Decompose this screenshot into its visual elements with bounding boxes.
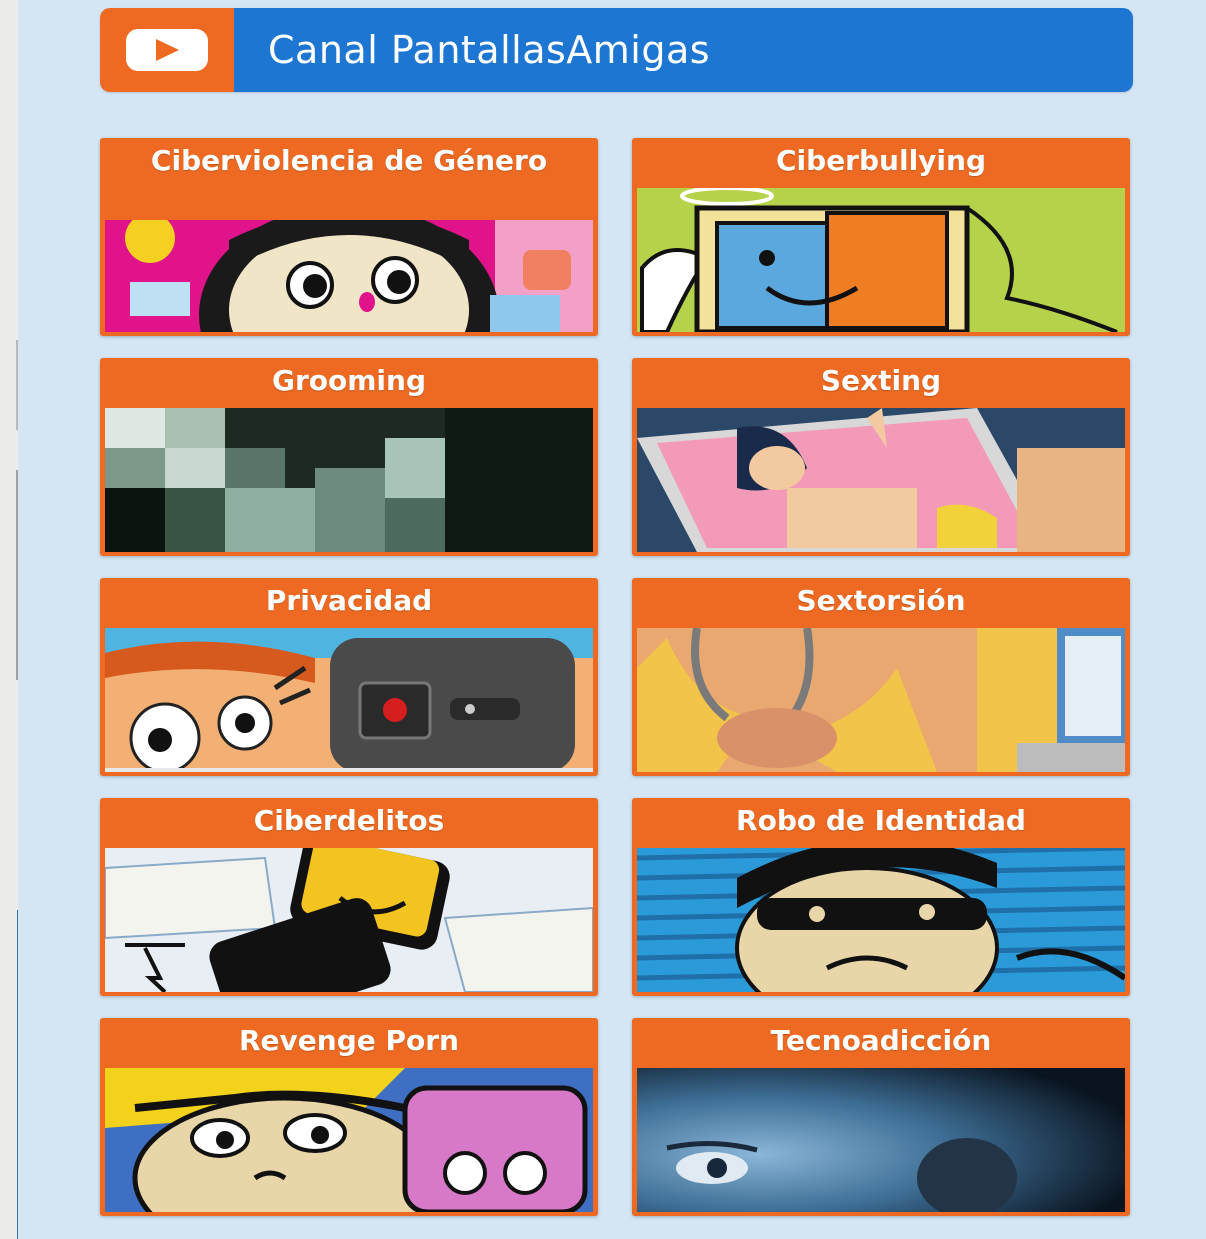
video-card-ciberdelitos[interactable]: Ciberdelitos xyxy=(100,798,598,996)
card-title[interactable]: Grooming xyxy=(100,358,598,397)
card-thumbnail-sextorsion[interactable] xyxy=(637,628,1125,772)
channel-link-banner[interactable]: Canal PantallasAmigas xyxy=(100,8,1133,92)
card-title[interactable]: Revenge Porn xyxy=(100,1018,598,1057)
left-window-edge xyxy=(0,0,19,1239)
card-title[interactable]: Sexting xyxy=(632,358,1130,397)
video-card-ciberbullying[interactable]: Ciberbullying xyxy=(632,138,1130,336)
card-thumbnail-tecnoadiccion[interactable] xyxy=(637,1068,1125,1212)
channel-title[interactable]: Canal PantallasAmigas xyxy=(268,28,710,72)
card-thumbnail-robo-identidad[interactable] xyxy=(637,848,1125,992)
video-card-revenge-porn[interactable]: Revenge Porn xyxy=(100,1018,598,1216)
card-title[interactable]: Sextorsión xyxy=(632,578,1130,617)
card-thumbnail-sexting[interactable] xyxy=(637,408,1125,552)
card-title[interactable]: Robo de Identidad xyxy=(632,798,1130,837)
card-thumbnail-ciberdelitos[interactable] xyxy=(105,848,593,992)
card-thumbnail-ciberbullying[interactable] xyxy=(637,188,1125,332)
video-card-privacidad[interactable]: Privacidad xyxy=(100,578,598,776)
card-title[interactable]: Ciberdelitos xyxy=(100,798,598,837)
video-card-ciberviolencia[interactable]: Ciberviolencia de Género xyxy=(100,138,598,336)
video-card-sexting[interactable]: Sexting xyxy=(632,358,1130,556)
card-title[interactable]: Ciberbullying xyxy=(632,138,1130,177)
card-title[interactable]: Tecnoadicción xyxy=(632,1018,1130,1057)
video-card-sextorsion[interactable]: Sextorsión xyxy=(632,578,1130,776)
card-thumbnail-revenge-porn[interactable] xyxy=(105,1068,593,1212)
card-thumbnail-grooming[interactable] xyxy=(105,408,593,552)
card-title[interactable]: Privacidad xyxy=(100,578,598,617)
card-thumbnail-ciberviolencia[interactable] xyxy=(105,220,593,332)
video-card-grooming[interactable]: Grooming xyxy=(100,358,598,556)
channel-title-box: Canal PantallasAmigas xyxy=(234,8,1133,92)
youtube-play-icon xyxy=(126,29,208,71)
card-thumbnail-privacidad[interactable] xyxy=(105,628,593,772)
card-title[interactable]: Ciberviolencia de Género xyxy=(100,138,598,177)
video-card-robo-identidad[interactable]: Robo de Identidad xyxy=(632,798,1130,996)
youtube-icon-box xyxy=(100,8,234,92)
video-card-tecnoadiccion[interactable]: Tecnoadicción xyxy=(632,1018,1130,1216)
